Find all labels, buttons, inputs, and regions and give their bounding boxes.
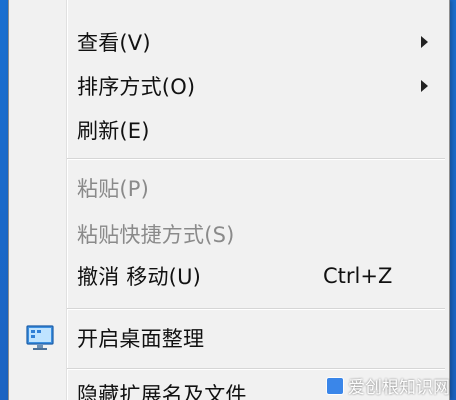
menu-separator bbox=[67, 158, 445, 160]
menu-item-refresh[interactable]: 刷新(E) bbox=[13, 110, 445, 150]
menu-item-desktop-organize-label: 开启桌面整理 bbox=[77, 327, 205, 351]
desktop-context-menu: 查看(V) 排序方式(O) 刷新(E) 粘贴(P) 粘贴快捷方式(S) 撤消 移… bbox=[8, 0, 450, 400]
menu-item-view-label: 查看(V) bbox=[77, 31, 151, 55]
watermark-logo-icon bbox=[326, 376, 344, 395]
submenu-arrow-icon bbox=[421, 80, 428, 92]
menu-item-paste-label: 粘贴(P) bbox=[77, 177, 150, 201]
menu-item-view[interactable]: 查看(V) bbox=[13, 22, 445, 62]
menu-item-paste[interactable]: 粘贴(P) bbox=[13, 168, 445, 208]
menu-separator bbox=[67, 368, 445, 370]
watermark-text: 爱创根知识网 bbox=[348, 378, 450, 398]
menu-item-hide-extensions-label: 隐藏扩展名及文件 bbox=[77, 383, 247, 400]
submenu-arrow-icon bbox=[421, 36, 428, 48]
menu-item-undo-move[interactable]: 撤消 移动(U) Ctrl+Z bbox=[13, 256, 445, 296]
menu-item-sort-by-label: 排序方式(O) bbox=[77, 75, 196, 99]
menu-item-undo-move-shortcut: Ctrl+Z bbox=[323, 264, 393, 288]
menu-item-undo-move-label: 撤消 移动(U) bbox=[77, 265, 202, 289]
watermark: 爱创根知识网 bbox=[326, 373, 450, 398]
menu-item-paste-shortcut[interactable]: 粘贴快捷方式(S) bbox=[13, 214, 445, 254]
menu-separator bbox=[67, 308, 445, 310]
menu-item-desktop-organize[interactable]: 开启桌面整理 bbox=[13, 318, 445, 358]
menu-item-refresh-label: 刷新(E) bbox=[77, 119, 150, 143]
menu-item-sort-by[interactable]: 排序方式(O) bbox=[13, 66, 445, 106]
monitor-icon bbox=[26, 325, 54, 350]
menu-item-paste-shortcut-label: 粘贴快捷方式(S) bbox=[77, 223, 235, 247]
